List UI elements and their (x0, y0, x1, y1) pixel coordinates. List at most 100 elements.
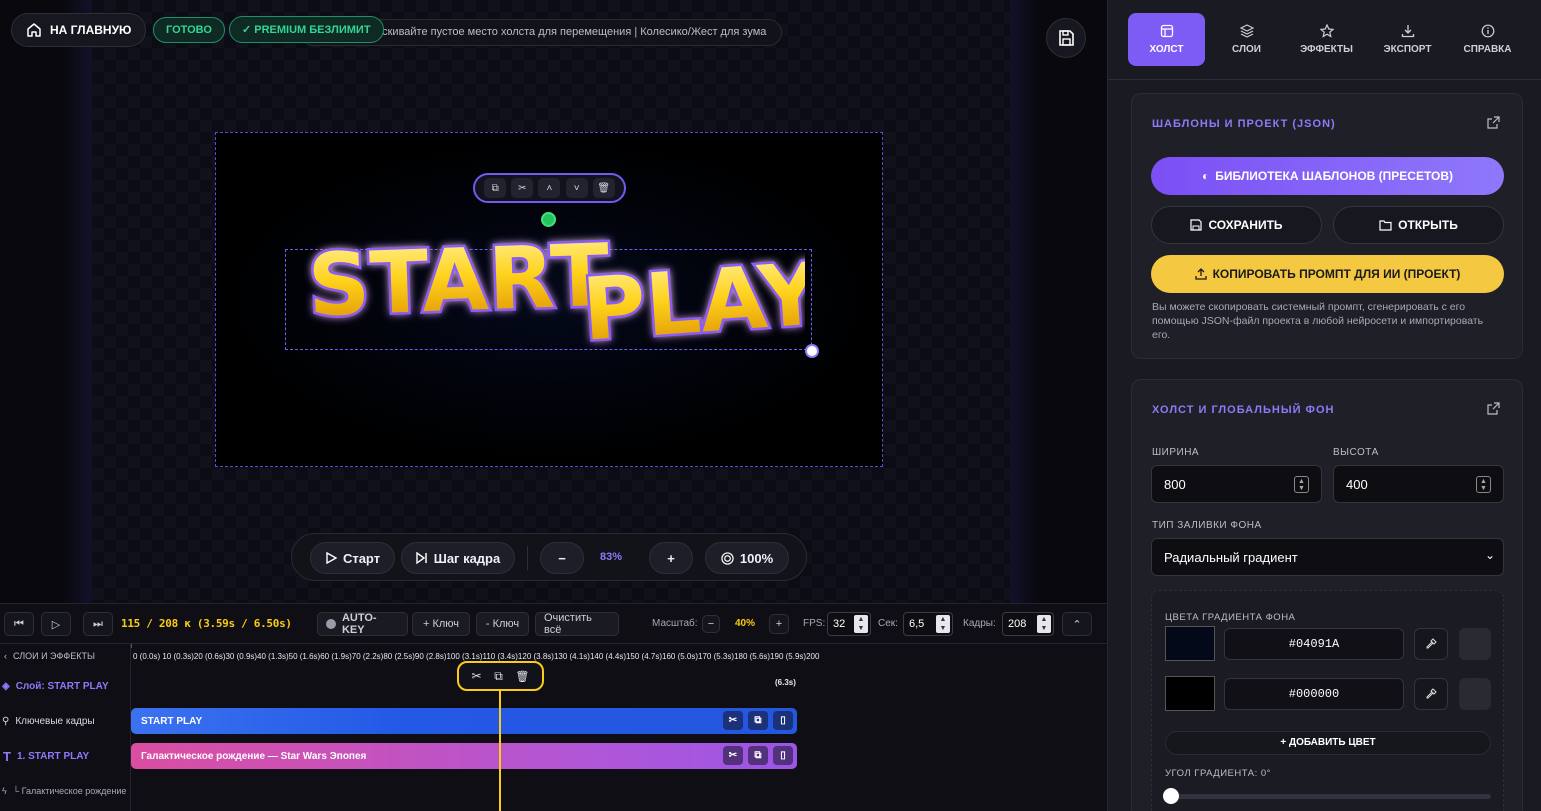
frame-readout: 115 / 208 к (3.59s / 6.50s) (121, 617, 292, 630)
autokey-label: AUTO-KEY (341, 612, 377, 636)
scale-down-button[interactable]: − (702, 615, 720, 633)
external-link-icon[interactable] (1487, 402, 1500, 415)
home-label: НА ГЛАВНУЮ (50, 23, 132, 37)
send-backward-button[interactable]: ˅ (565, 178, 588, 198)
card-title: ХОЛСТ И ГЛОБАЛЬНЫЙ ФОН (1152, 404, 1335, 416)
copy-prompt-label: КОПИРОВАТЬ ПРОМПТ ДЛЯ ИИ (ПРОЕКТ) (1212, 267, 1461, 281)
effect-row[interactable]: ϟ └ Галактическое рождение (0, 780, 131, 802)
folder-icon (1379, 220, 1392, 231)
spinner-icon[interactable]: ▲ ▼ (1476, 476, 1491, 493)
spinner-icon[interactable]: ▲ ▼ (1037, 615, 1051, 633)
target-icon (721, 551, 734, 565)
library-label: БИБЛИОТЕКА ШАБЛОНОВ (ПРЕСЕТОВ) (1215, 169, 1453, 183)
scissors-icon[interactable]: ✂ (723, 711, 743, 730)
divider (527, 546, 528, 570)
scissors-icon[interactable]: ✂ (472, 669, 482, 683)
duplicate-button[interactable]: ⧉ (484, 178, 507, 198)
remove-color-2[interactable] (1459, 678, 1491, 710)
rotate-handle[interactable] (541, 212, 556, 227)
fit-100-button[interactable]: 100% (705, 542, 789, 574)
go-end-button[interactable]: ⏭ (83, 612, 113, 636)
start-label: Старт (342, 550, 381, 566)
start-button[interactable]: Старт (310, 542, 395, 574)
split-icon[interactable]: ▯ (773, 711, 793, 730)
scale-label: Масштаб: (652, 618, 698, 629)
split-icon[interactable]: ▯ (773, 746, 793, 765)
layer-row-label: Слой: START PLAY (15, 680, 109, 692)
color-hex-2[interactable]: #000000 (1224, 678, 1404, 710)
tab-export[interactable]: ЭКСПОРТ (1369, 13, 1446, 66)
external-link-icon[interactable] (1487, 116, 1500, 129)
layers-header[interactable]: ‹ СЛОИ И ЭФФЕКТЫ (0, 645, 131, 667)
color-hex-1[interactable]: #04091A (1224, 628, 1404, 660)
timeline-toolbar: ⏮ ▷ ⏭ 115 / 208 к (3.59s / 6.50s) AUTO-K… (0, 604, 1107, 644)
card-title: ШАБЛОНЫ И ПРОЕКТ (JSON) (1152, 118, 1336, 130)
download-icon (1401, 25, 1414, 38)
layer-row[interactable]: ◈ Слой: START PLAY (0, 675, 131, 697)
seconds-label: Сек: (878, 618, 898, 629)
resize-handle[interactable] (805, 344, 819, 358)
play-icon (326, 552, 337, 564)
play-button[interactable]: ▷ (41, 612, 71, 636)
angle-slider-track[interactable] (1165, 794, 1491, 799)
copy-ai-prompt-button[interactable]: КОПИРОВАТЬ ПРОМПТ ДЛЯ ИИ (ПРОЕКТ) (1151, 255, 1504, 293)
fps-input[interactable]: 32 ▲ ▼ (827, 612, 871, 636)
fit-label: 100% (739, 550, 774, 566)
scale-up-button[interactable]: + (769, 614, 789, 634)
eyedropper-icon[interactable] (1414, 678, 1448, 710)
time-ruler[interactable]: 0 (0.0s) 10 (0.3s)20 (0.6s)30 (0.9s)40 (… (131, 644, 1107, 668)
tab-label: СПРАВКА (1463, 44, 1512, 55)
eyedropper-icon[interactable] (1414, 628, 1448, 660)
save-button[interactable] (1046, 18, 1086, 58)
fill-type-select[interactable]: Радиальный градиент ⌄ (1151, 538, 1504, 576)
spinner-icon[interactable]: ▲ ▼ (936, 615, 950, 633)
record-icon (326, 619, 336, 629)
zoom-level: 83% (600, 551, 623, 563)
info-icon (1481, 24, 1494, 38)
color-swatch-2[interactable] (1165, 676, 1215, 711)
zoom-out-button[interactable]: − (540, 542, 584, 574)
delete-button[interactable]: 🗑 (592, 178, 615, 198)
remove-key-button[interactable]: - Ключ (476, 612, 529, 636)
width-input[interactable]: 800 ▲ ▼ (1151, 465, 1322, 503)
angle-slider-thumb[interactable] (1163, 788, 1179, 804)
track-effect[interactable]: Галактическое рождение — Star Wars Эпопе… (131, 743, 797, 769)
spinner-icon[interactable]: ▲ ▼ (1294, 476, 1309, 493)
title-text-object[interactable]: START PLAY (300, 215, 805, 350)
clear-all-button[interactable]: Очистить всё (535, 612, 619, 636)
go-start-button[interactable]: ⏮ (4, 612, 34, 636)
step-frame-button[interactable]: Шаг кадра (401, 542, 515, 574)
autokey-toggle[interactable]: AUTO-KEY (317, 612, 408, 636)
text-layer-row[interactable]: T 1. START PLAY (0, 745, 131, 767)
height-input[interactable]: 400 ▲ ▼ (1333, 465, 1504, 503)
remove-color-1[interactable] (1459, 628, 1491, 660)
track-tools: ✂ ⧉ ▯ (723, 711, 793, 730)
color-swatch-1[interactable] (1165, 626, 1215, 661)
template-library-button[interactable]: ◐ БИБЛИОТЕКА ШАБЛОНОВ (ПРЕСЕТОВ) (1151, 157, 1504, 195)
keyframes-row[interactable]: ⚲ Ключевые кадры (0, 710, 131, 732)
open-project-button[interactable]: ОТКРЫТЬ (1333, 206, 1504, 244)
star-icon (1319, 24, 1334, 38)
tab-canvas[interactable]: ХОЛСТ (1128, 13, 1205, 66)
tab-layers[interactable]: СЛОИ (1208, 13, 1285, 66)
track-start-play[interactable]: START PLAY ✂ ⧉ ▯ (131, 708, 797, 734)
collapse-timeline-button[interactable]: ⌃ (1062, 612, 1092, 636)
save-project-button[interactable]: СОХРАНИТЬ (1151, 206, 1322, 244)
trash-icon[interactable]: 🗑 (515, 670, 529, 683)
seconds-input[interactable]: 6,5 ▲ ▼ (903, 612, 953, 636)
scissors-icon[interactable]: ✂ (723, 746, 743, 765)
home-button[interactable]: НА ГЛАВНУЮ (11, 13, 147, 47)
add-color-button[interactable]: + ДОБАВИТЬ ЦВЕТ (1165, 731, 1491, 755)
copy-icon[interactable]: ⧉ (748, 711, 768, 730)
copy-icon[interactable]: ⧉ (748, 746, 768, 765)
spinner-icon[interactable]: ▲ ▼ (854, 615, 868, 633)
add-key-button[interactable]: + Ключ (412, 612, 470, 636)
cut-button[interactable]: ✂ (511, 178, 534, 198)
bring-forward-button[interactable]: ˄ (538, 178, 561, 198)
zoom-in-button[interactable]: + (649, 542, 693, 574)
tab-help[interactable]: СПРАВКА (1449, 13, 1526, 66)
frames-input[interactable]: 208 ▲ ▼ (1002, 612, 1054, 636)
copy-icon[interactable]: ⧉ (494, 669, 503, 684)
tab-effects[interactable]: ЭФФЕКТЫ (1288, 13, 1365, 66)
save-label: СОХРАНИТЬ (1208, 218, 1283, 232)
